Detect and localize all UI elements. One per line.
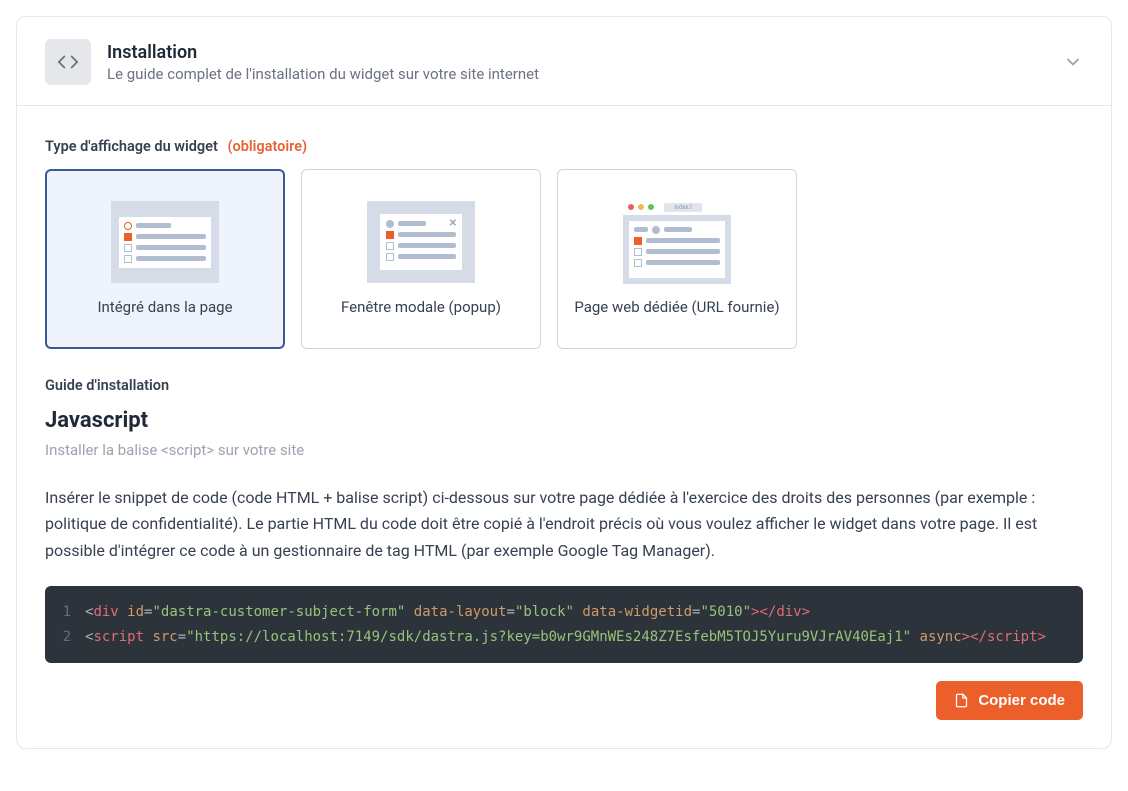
display-type-options: Intégré dans la page ✕ Fenêtre modale [45,169,1083,349]
illus-modal-icon: ✕ [367,201,475,283]
display-type-label: Type d'affichage du widget (obligatoire) [45,138,1083,155]
display-type-label-text: Type d'affichage du widget [45,138,218,155]
illus-browser-icon: index.l [623,201,731,283]
option-dedicated-page[interactable]: index.l Page web dédiée (URL fourni [557,169,797,349]
copy-code-button[interactable]: Copier code [936,681,1083,720]
chevron-down-icon [1063,52,1083,72]
copy-code-label: Copier code [978,692,1065,709]
option-dedicated-label: Page web dédiée (URL fournie) [574,297,779,318]
guide-title: Javascript [45,408,1083,433]
line-number-1: 1 [45,600,85,625]
guide-section-label: Guide d'installation [45,377,1083,394]
panel-body: Type d'affichage du widget (obligatoire) [17,105,1111,748]
guide-description: Insérer le snippet de code (code HTML + … [45,485,1083,564]
code-line-1: <div id="dastra-customer-subject-form" d… [85,600,1083,625]
code-line-2: <script src="https://localhost:7149/sdk/… [85,625,1083,650]
required-marker: (obligatoire) [227,138,307,155]
panel-title: Installation [107,42,1047,63]
panel-header[interactable]: Installation Le guide complet de l'insta… [17,17,1111,105]
illus-inline-icon [111,201,219,283]
code-icon [45,39,91,85]
guide-subtitle: Installer la balise <script> sur votre s… [45,441,1083,459]
panel-subtitle: Le guide complet de l'installation du wi… [107,65,1047,83]
copy-icon [954,692,969,709]
option-inline-label: Intégré dans la page [97,297,232,318]
option-inline[interactable]: Intégré dans la page [45,169,285,349]
option-modal-label: Fenêtre modale (popup) [341,297,501,318]
code-snippet: 1 <div id="dastra-customer-subject-form"… [45,586,1083,663]
installation-panel: Installation Le guide complet de l'insta… [16,16,1112,749]
option-modal[interactable]: ✕ Fenêtre modale (popup) [301,169,541,349]
line-number-2: 2 [45,625,85,650]
